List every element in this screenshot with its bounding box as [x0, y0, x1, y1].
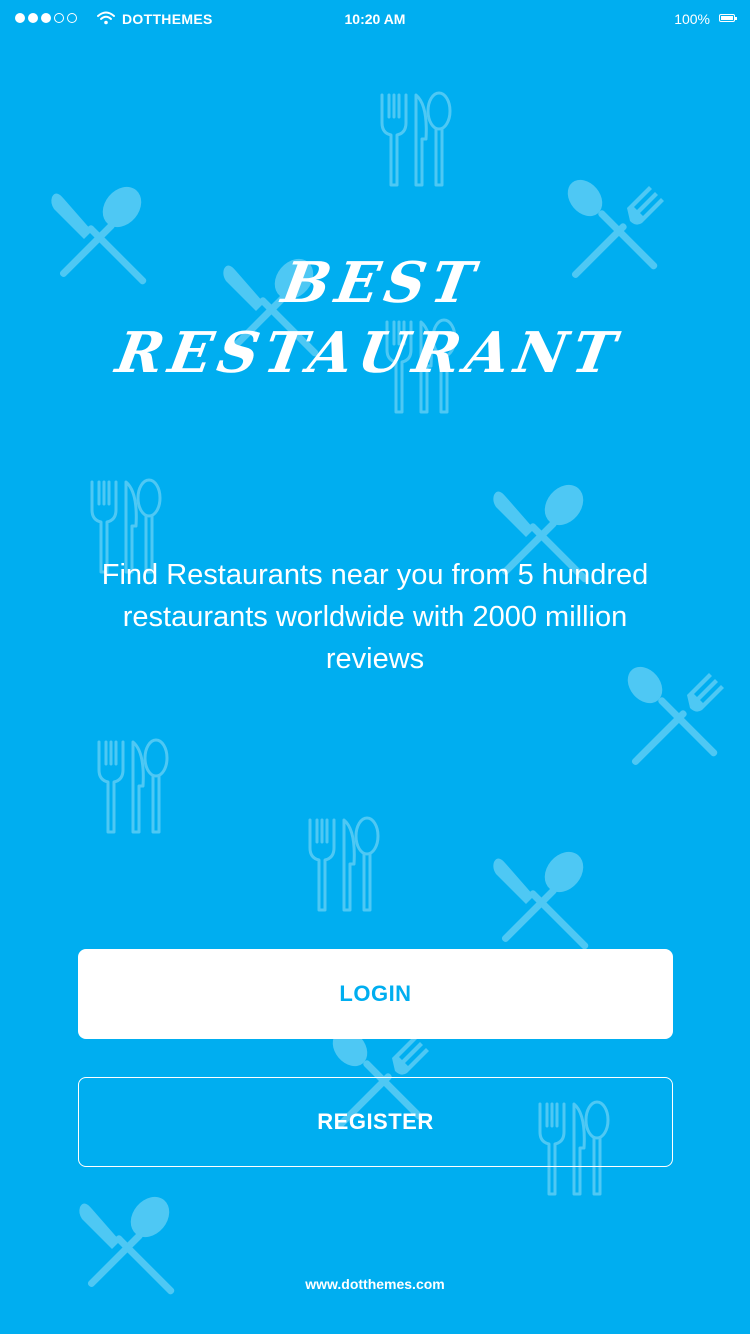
register-button[interactable]: REGISTER	[78, 1077, 673, 1167]
login-button[interactable]: LOGIN	[78, 949, 673, 1039]
app-title-line-2: RESTAURANT	[111, 320, 627, 386]
app-screen: DOTTHEMES 10:20 AM 100% BEST RESTAURANT …	[0, 0, 750, 1334]
status-time: 10:20 AM	[344, 11, 406, 27]
status-bar: DOTTHEMES 10:20 AM 100%	[0, 0, 750, 40]
app-title: BEST RESTAURANT	[0, 248, 750, 388]
battery-icon	[719, 14, 737, 22]
website-link[interactable]: www.dotthemes.com	[0, 1276, 750, 1292]
battery-percentage: 100%	[674, 11, 710, 27]
tagline: Find Restaurants near you from 5 hundred…	[101, 559, 649, 675]
app-title-line-1: BEST	[277, 250, 486, 316]
